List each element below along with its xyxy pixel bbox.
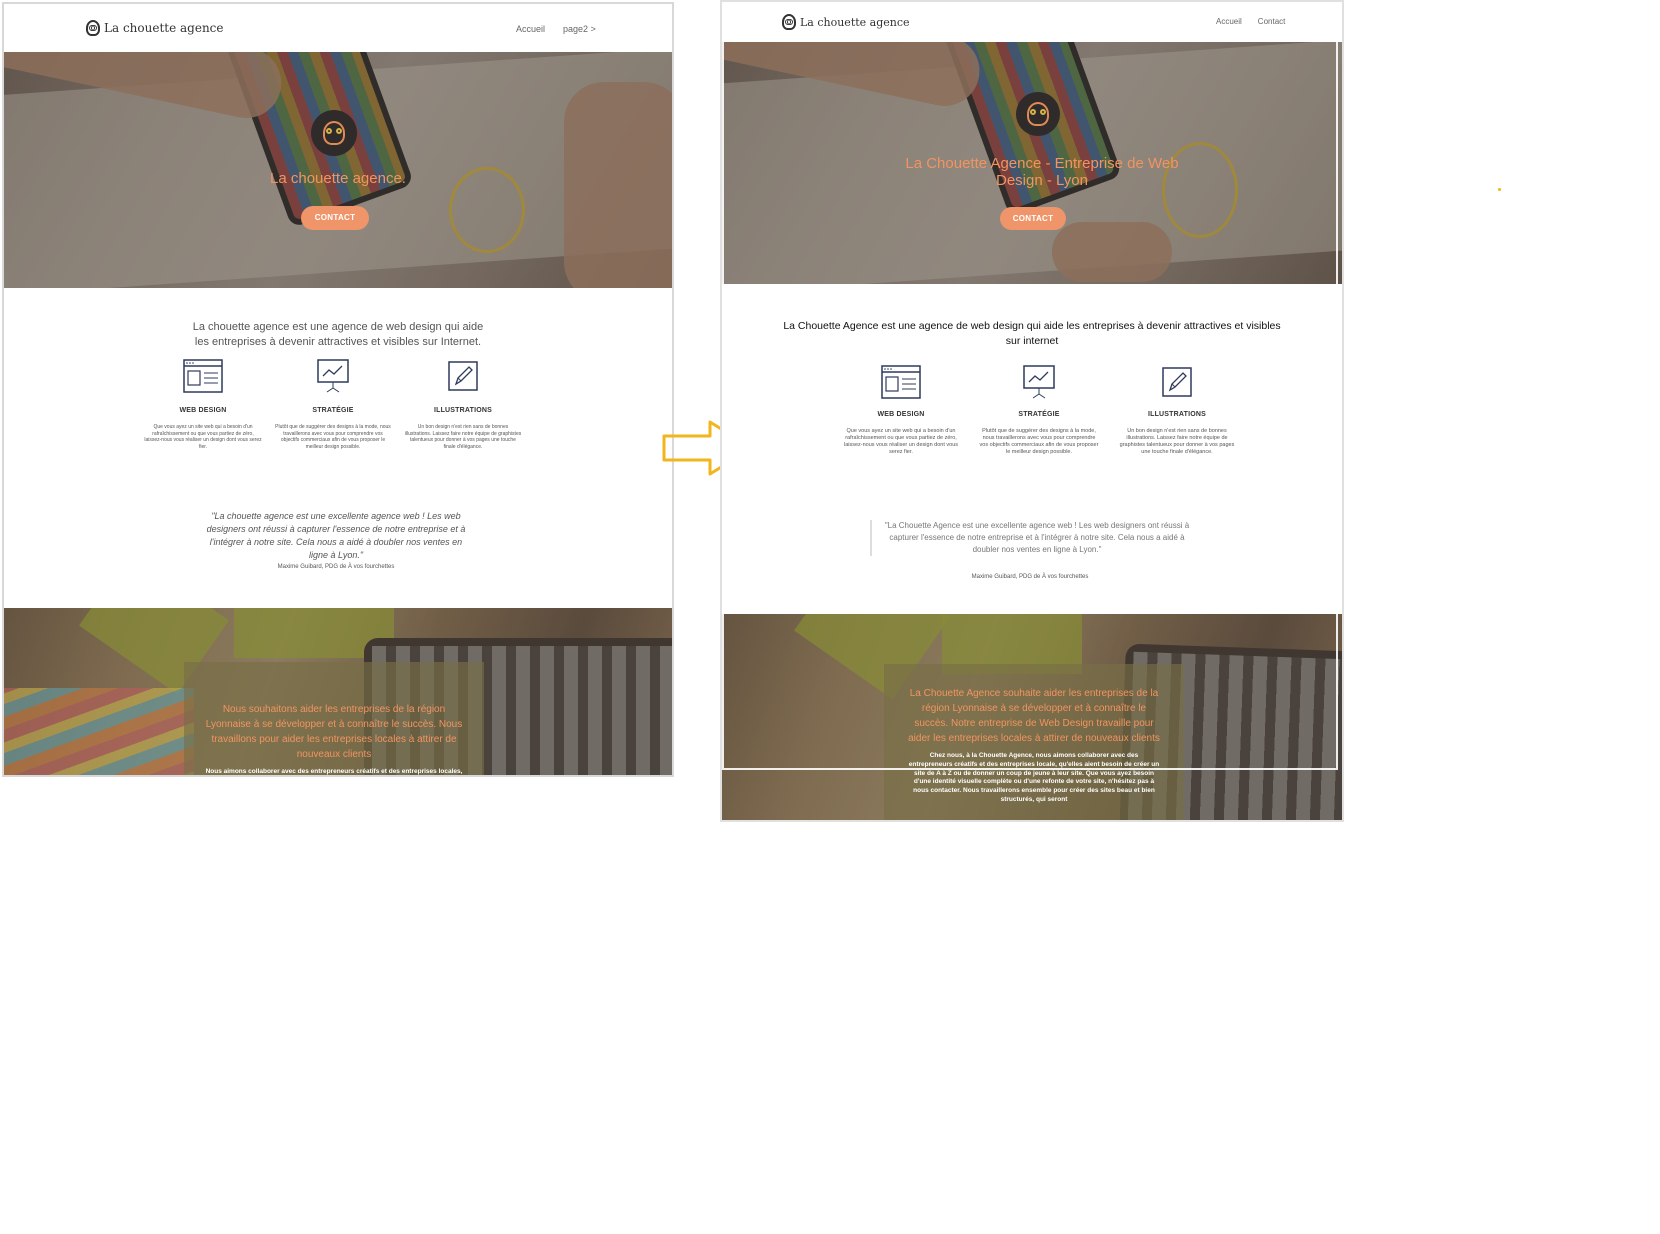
service-text: Que vous ayez un site web qui a besoin d… bbox=[843, 428, 959, 456]
site-logo[interactable]: La chouette agence bbox=[86, 20, 224, 36]
service-title: WEB DESIGN bbox=[179, 407, 227, 414]
presentation-chart-icon bbox=[317, 359, 349, 393]
site-logo[interactable]: La chouette agence bbox=[782, 14, 910, 30]
mission-title: La Chouette Agence souhaite aider les en… bbox=[908, 688, 1160, 744]
mission-text: Nous aimons collaborer avec des entrepre… bbox=[205, 768, 463, 775]
mission-box: La Chouette Agence souhaite aider les en… bbox=[884, 664, 1184, 820]
logo-text: La chouette agence bbox=[800, 15, 910, 29]
service-text: Un bon design n'est rien sans de bonnes … bbox=[1119, 428, 1235, 456]
nav-links: Accueil page2 > bbox=[516, 24, 596, 34]
owl-logo-icon bbox=[86, 20, 100, 36]
service-text: Plutôt que de suggérer des designs à la … bbox=[979, 428, 1099, 456]
mission-text: Chez nous, à la Chouette Agence, nous ai… bbox=[908, 752, 1160, 803]
testimonial-author: Maxime Guibard, PDG de À vos fourchettes bbox=[971, 574, 1089, 580]
browser-window-icon bbox=[183, 359, 223, 393]
hero-title: La chouette agence. bbox=[270, 170, 406, 187]
testimonial-author: Maxime Guibard, PDG de À vos fourchettes bbox=[277, 564, 395, 570]
nav-links: Accueil Contact bbox=[1216, 17, 1285, 26]
service-illustrations: ILLUSTRATIONS Un bon design n'est rien s… bbox=[1116, 364, 1238, 457]
mission-title: Nous souhaitons aider les entreprises de… bbox=[205, 704, 463, 760]
owl-icon bbox=[1027, 102, 1049, 126]
hero-owl-badge bbox=[311, 110, 357, 156]
testimonial-quote: "La Chouette Agence est une excellente a… bbox=[870, 520, 1192, 556]
hero-banner: La chouette agence. CONTACT bbox=[4, 52, 672, 288]
pencil-square-icon bbox=[1162, 367, 1192, 397]
service-text: Un bon design n'est rien sans de bonnes … bbox=[404, 424, 522, 450]
stray-dot bbox=[1498, 188, 1501, 191]
hero-banner: La Chouette Agence - Entreprise de Web D… bbox=[722, 42, 1342, 284]
bottom-banner: La Chouette Agence souhaite aider les en… bbox=[722, 614, 1342, 820]
services-row: WEB DESIGN Que vous ayez un site web qui… bbox=[144, 358, 534, 450]
presentation-chart-icon bbox=[1023, 365, 1055, 399]
nav-link-page2[interactable]: page2 > bbox=[563, 24, 596, 34]
mission-box: Nous souhaitons aider les entreprises de… bbox=[184, 662, 484, 775]
service-strategie: STRATÉGIE Plutôt que de suggérer des des… bbox=[978, 364, 1100, 457]
logo-text: La chouette agence bbox=[104, 21, 224, 35]
contact-button[interactable]: CONTACT bbox=[1000, 207, 1066, 230]
bottom-banner: Nous souhaitons aider les entreprises de… bbox=[4, 608, 672, 775]
service-title: STRATÉGIE bbox=[1018, 411, 1060, 418]
service-text: Que vous ayez un site web qui a besoin d… bbox=[144, 424, 262, 450]
owl-icon bbox=[323, 121, 345, 145]
browser-window-icon bbox=[881, 365, 921, 399]
nav-link-contact[interactable]: Contact bbox=[1258, 17, 1286, 26]
page-after: La chouette agence Accueil Contact La Ch… bbox=[722, 2, 1342, 820]
service-strategie: STRATÉGIE Plutôt que de suggérer des des… bbox=[274, 358, 392, 450]
navbar: La chouette agence Accueil page2 > bbox=[4, 4, 672, 52]
intro-text: La chouette agence est une agence de web… bbox=[192, 321, 484, 349]
service-text: Plutôt que de suggérer des designs à la … bbox=[275, 424, 391, 450]
navbar: La chouette agence Accueil Contact bbox=[722, 2, 1342, 42]
service-title: ILLUSTRATIONS bbox=[433, 407, 493, 414]
nav-link-accueil[interactable]: Accueil bbox=[516, 24, 545, 34]
service-title: ILLUSTRATIONS bbox=[1147, 411, 1207, 418]
contact-button[interactable]: CONTACT bbox=[301, 206, 369, 230]
service-web-design: WEB DESIGN Que vous ayez un site web qui… bbox=[840, 364, 962, 457]
page-before: La chouette agence Accueil page2 > La ch… bbox=[2, 2, 674, 777]
nav-link-accueil[interactable]: Accueil bbox=[1216, 17, 1242, 26]
service-illustrations: ILLUSTRATIONS Un bon design n'est rien s… bbox=[404, 358, 522, 450]
service-title: STRATÉGIE bbox=[312, 407, 354, 414]
owl-logo-icon bbox=[782, 14, 796, 30]
hero-owl-badge bbox=[1016, 92, 1060, 136]
services-row: WEB DESIGN Que vous ayez un site web qui… bbox=[840, 364, 1240, 457]
pencil-square-icon bbox=[448, 361, 478, 391]
hero-title: La Chouette Agence - Entreprise de Web D… bbox=[905, 155, 1179, 189]
intro-text: La Chouette Agence est une agence de web… bbox=[783, 320, 1281, 348]
service-web-design: WEB DESIGN Que vous ayez un site web qui… bbox=[144, 358, 262, 450]
testimonial-quote: "La chouette agence est une excellente a… bbox=[206, 511, 466, 561]
service-title: WEB DESIGN bbox=[877, 411, 925, 418]
